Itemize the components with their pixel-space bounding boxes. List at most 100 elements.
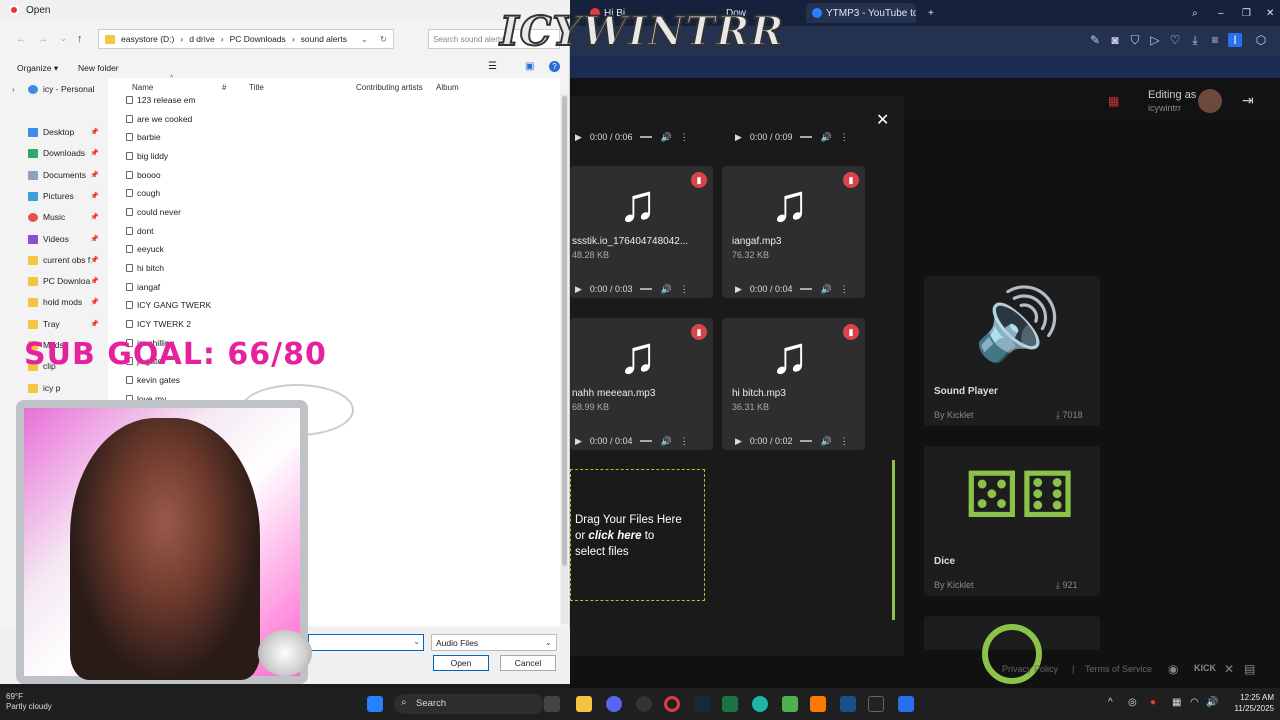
file-row[interactable]: cough (126, 188, 160, 198)
nav-item-pc-downloads[interactable]: PC Downloa (28, 276, 90, 286)
logout-icon[interactable]: ⇥ (1242, 92, 1254, 109)
widget-tile-dice[interactable]: ⚄⚅ Dice By Kicklet ⤓ 921 (924, 446, 1100, 596)
breadcrumb-drive[interactable]: easystore (D:) (121, 34, 174, 44)
file-row[interactable]: ICY GANG TWERK (126, 300, 211, 310)
audio-player[interactable]: ▶ 0:00 / 0:02 🔊 ⋮ (735, 431, 849, 451)
seek-bar[interactable] (640, 440, 653, 442)
chevron-down-icon[interactable]: ⌄ (361, 34, 374, 45)
nav-item-downloads[interactable]: Downloads (28, 148, 85, 158)
nav-item-music[interactable]: Music (28, 212, 65, 222)
back-icon[interactable]: ← (16, 34, 26, 45)
extensions-icon[interactable]: ⬡ (1254, 33, 1268, 47)
breadcrumb-pc-downloads[interactable]: PC Downloads (230, 34, 286, 44)
more-icon[interactable]: ⋮ (680, 132, 689, 143)
edit-icon[interactable]: ✎ (1088, 33, 1102, 47)
seek-bar[interactable] (800, 288, 813, 290)
more-icon[interactable]: ⋮ (840, 132, 849, 143)
play-icon[interactable]: ▶ (575, 436, 582, 447)
more-icon[interactable]: ⋮ (840, 436, 849, 447)
browser-tab-ytmp3[interactable]: YTMP3 - YouTube to MP3 (806, 3, 916, 23)
steam-icon[interactable] (694, 696, 710, 712)
audio-player[interactable]: ▶ 0:00 / 0:03 🔊 ⋮ (575, 279, 689, 299)
play-icon[interactable]: ▶ (735, 132, 742, 143)
audio-player[interactable]: ▶ 0:00 / 0:09 🔊 ⋮ (735, 127, 849, 147)
nav-item-desktop[interactable]: Desktop (28, 127, 74, 137)
dialog-address-bar[interactable]: easystore (D:) › d drive › PC Downloads › s… (98, 29, 394, 49)
doc-icon[interactable]: ▤ (1244, 662, 1255, 676)
volume-icon[interactable]: 🔊 (1206, 697, 1218, 708)
audio-player[interactable]: ▶ 0:00 / 0:04 🔊 ⋮ (575, 431, 689, 451)
volume-icon[interactable]: 🔊 (820, 436, 831, 447)
preview-pane-icon[interactable]: ▣ (525, 61, 534, 72)
play-icon[interactable]: ▶ (735, 284, 742, 295)
taskbar-clock[interactable]: 12:25 AM 11/25/2025 (1228, 692, 1274, 714)
avatar[interactable] (1198, 89, 1222, 113)
file-row[interactable]: iangaf (126, 282, 160, 292)
uk-flag-icon[interactable]: ▦ (1108, 94, 1119, 108)
app-icon[interactable] (898, 696, 914, 712)
menu-icon[interactable]: ≡ (1208, 33, 1222, 47)
play-icon[interactable]: ▶ (735, 436, 742, 447)
breadcrumb-d-drive[interactable]: d drive (189, 34, 215, 44)
nav-item-documents[interactable]: Documents (28, 170, 86, 180)
volume-icon[interactable]: 🔊 (660, 436, 671, 447)
delete-button[interactable]: ▮ (843, 172, 859, 188)
start-icon[interactable] (367, 696, 383, 712)
file-type-select[interactable]: Audio Files ⌄ (431, 634, 557, 651)
help-icon[interactable]: ? (549, 61, 560, 72)
open-button[interactable]: Open (433, 655, 489, 671)
app-icon[interactable] (840, 696, 856, 712)
breadcrumb-sound-alerts[interactable]: sound alerts (301, 34, 347, 44)
shield-icon[interactable]: ⛉ (1128, 33, 1142, 48)
nav-item-pictures[interactable]: Pictures (28, 191, 74, 201)
kick-icon[interactable]: KICK (1194, 663, 1216, 673)
wifi-icon[interactable]: ◠ (1190, 697, 1199, 708)
excel-icon[interactable] (722, 696, 738, 712)
discord-icon[interactable]: ◉ (1168, 662, 1178, 676)
mic-icon[interactable]: ● (1150, 697, 1156, 708)
widget-tile-sound-player[interactable]: 🔊 Sound Player By Kicklet ⤓ 7018 (924, 276, 1100, 426)
more-icon[interactable]: ⋮ (680, 284, 689, 295)
x-icon[interactable]: ✕ (1224, 662, 1234, 676)
column-contributing-artists[interactable]: Contributing artists (356, 83, 423, 92)
new-tab-button[interactable]: + (922, 3, 940, 23)
new-folder-button[interactable]: New folder (78, 63, 119, 73)
file-row[interactable]: could never (126, 207, 181, 217)
organize-button[interactable]: Organize ▾ (17, 63, 58, 74)
more-icon[interactable]: ⋮ (680, 436, 689, 447)
weather-widget[interactable]: 69°F Partly cloudy (6, 692, 52, 712)
maximize-icon[interactable]: ❐ (1236, 3, 1252, 23)
forward-icon[interactable]: → (38, 34, 48, 45)
file-row[interactable]: ICY TWERK 2 (126, 319, 191, 329)
search-tabs-icon[interactable]: ⌕ (1186, 3, 1202, 23)
seek-bar[interactable] (640, 288, 653, 290)
volume-icon[interactable]: 🔊 (820, 284, 831, 295)
file-row[interactable]: eeyuck (126, 244, 164, 254)
column-number[interactable]: # (222, 83, 226, 92)
file-row[interactable]: hi bitch (126, 263, 164, 273)
widget-tile-partial[interactable] (924, 616, 1100, 684)
nav-item-current-obs[interactable]: current obs f (28, 255, 90, 265)
click-here-link[interactable]: click here (588, 530, 641, 542)
delete-button[interactable]: ▮ (691, 172, 707, 188)
file-row[interactable]: barbie (126, 132, 161, 142)
nav-item-hold-mods[interactable]: hold mods (28, 297, 82, 307)
recent-icon[interactable]: ⌄ (60, 34, 67, 43)
file-row[interactable]: dont (126, 226, 154, 236)
close-modal-icon[interactable]: ✕ (876, 110, 889, 130)
discord-taskbar-icon[interactable] (606, 696, 622, 712)
nav-item-personal[interactable]: icy - Personal (28, 84, 95, 94)
file-dropzone[interactable]: Drag Your Files Here or click here to se… (570, 469, 705, 601)
opera-taskbar-icon[interactable] (664, 696, 680, 712)
file-row[interactable]: kevin gates (126, 375, 180, 385)
modal-scrollbar[interactable] (892, 460, 895, 620)
file-name-input[interactable]: ⌄ (308, 634, 424, 651)
file-row[interactable]: boooo (126, 170, 161, 180)
play-icon[interactable]: ▶ (575, 132, 582, 143)
more-icon[interactable]: ⋮ (840, 284, 849, 295)
scrollbar-thumb[interactable] (562, 96, 567, 566)
audio-player[interactable]: ▶ 0:00 / 0:06 🔊 ⋮ (575, 127, 689, 147)
delete-button[interactable]: ▮ (843, 324, 859, 340)
seek-bar[interactable] (800, 440, 813, 442)
play-icon[interactable]: ▷ (1148, 33, 1162, 47)
